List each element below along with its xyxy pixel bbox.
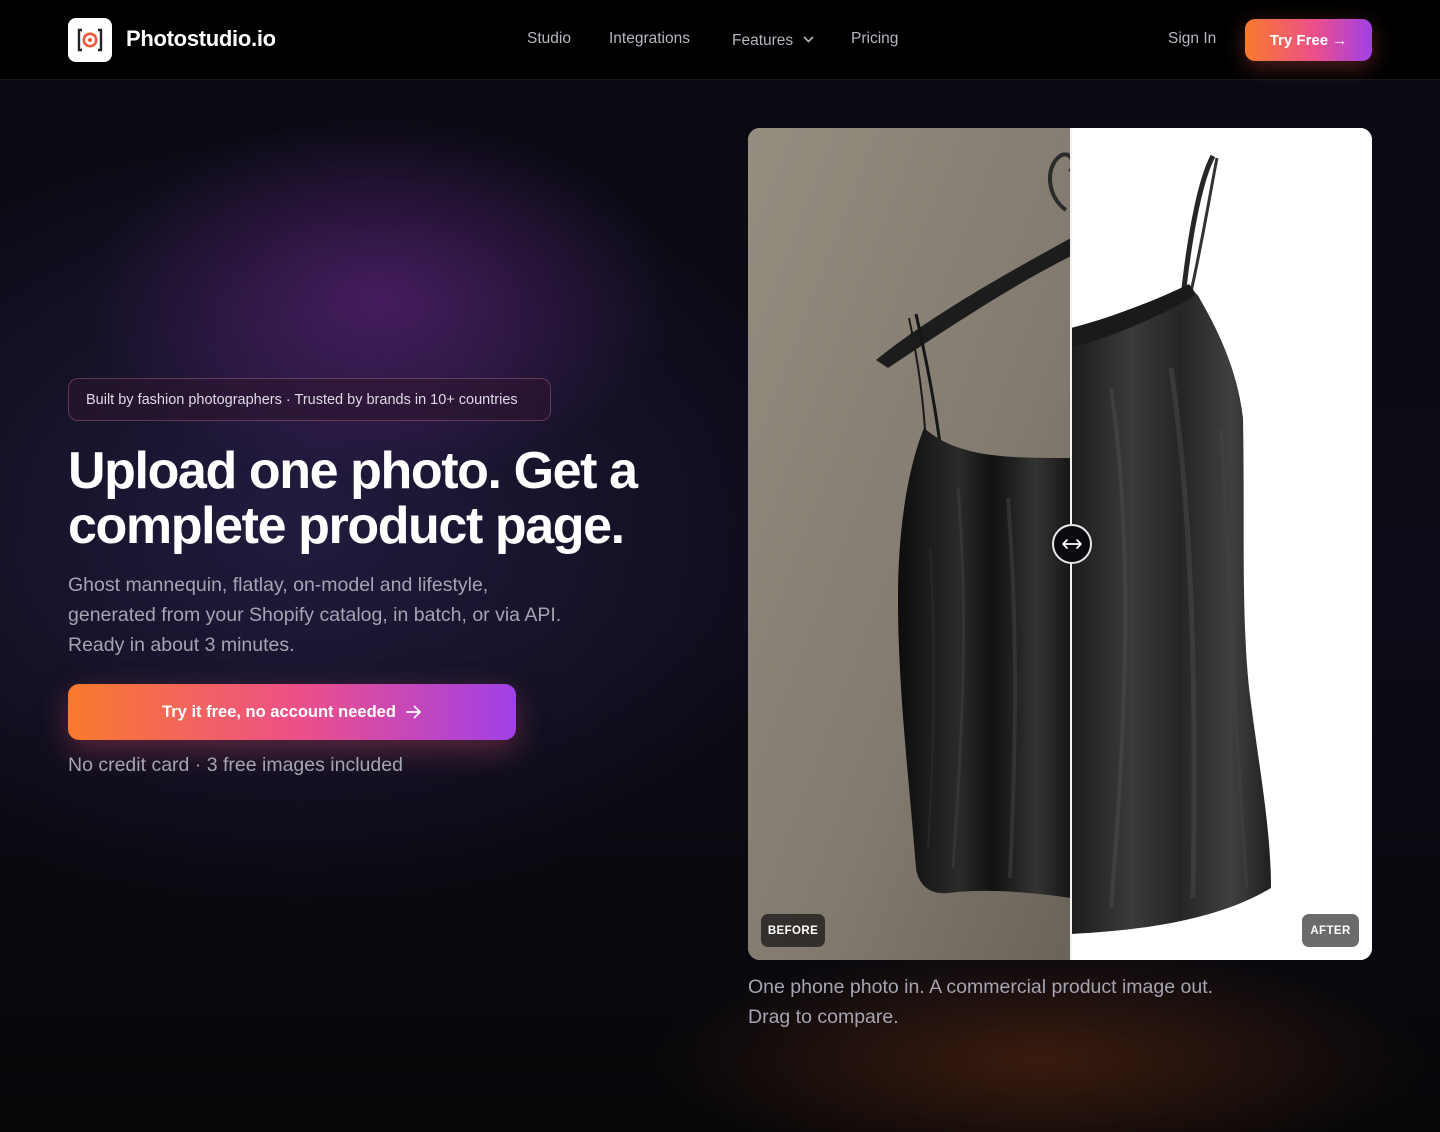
trust-badge-text: Built by fashion photographers · Trusted… [86,391,518,408]
chevron-down-icon [803,30,815,48]
caption-line-1: One phone photo in. A commercial product… [748,976,1214,998]
after-image [1071,128,1372,960]
brand-name[interactable]: Photostudio.io [126,26,276,52]
try-it-free-button[interactable]: Try it free, no account needed [68,684,516,740]
nav-link-label: Features [732,32,794,49]
cta-note: No credit card · 3 free images included [68,754,403,776]
headline-line-1: Upload one photo. Get a [68,442,638,500]
top-navigation: Photostudio.io Studio Integrations Featu… [0,0,1440,80]
trust-badge: Built by fashion photographers · Trusted… [68,378,551,421]
horizontal-arrows-icon [1062,539,1082,549]
hero-headline: Upload one photo. Get a complete product… [68,444,708,554]
nav-link-studio[interactable]: Studio [527,30,571,48]
try-free-button[interactable]: Try Free → [1245,19,1372,61]
camera-frame-icon [77,28,103,52]
before-image [748,128,1071,960]
nav-link-label: Integrations [609,30,690,47]
nav-link-features[interactable]: Features [732,30,815,50]
nav-link-label: Studio [527,30,571,47]
after-tag: AFTER [1302,914,1359,947]
arrow-right-icon [406,705,422,719]
before-after-compare[interactable]: BEFORE AFTER [748,128,1372,960]
logo[interactable] [68,18,112,62]
subtext-line-2: generated from your Shopify catalog, in … [68,604,562,626]
nav-link-integrations[interactable]: Integrations [609,30,690,48]
subtext-line-1: Ghost mannequin, flatlay, on-model and l… [68,574,489,596]
headline-line-2: complete product page. [68,497,625,555]
compare-handle[interactable] [1052,524,1092,564]
sign-in-link[interactable]: Sign In [1168,30,1216,48]
subtext-line-3: Ready in about 3 minutes. [68,634,295,656]
compare-caption: One phone photo in. A commercial product… [748,972,1368,1032]
nav-link-pricing[interactable]: Pricing [851,30,898,48]
cta-label: Try it free, no account needed [162,702,396,721]
before-tag: BEFORE [761,914,825,947]
caption-line-2: Drag to compare. [748,1006,899,1028]
nav-link-label: Pricing [851,30,899,47]
hero-subtext: Ghost mannequin, flatlay, on-model and l… [68,570,658,660]
